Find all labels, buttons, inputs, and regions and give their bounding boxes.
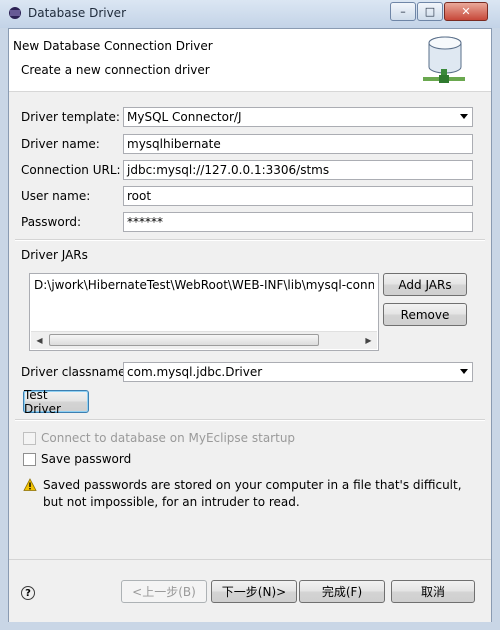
finish-button[interactable]: 完成(F)	[299, 580, 385, 603]
driver-jars-list[interactable]: D:\jwork\HibernateTest\WebRoot\WEB-INF\l…	[29, 273, 379, 351]
minimize-button[interactable]: –	[390, 2, 416, 21]
test-driver-button[interactable]: Test Driver	[23, 388, 89, 416]
header-description: Create a new connection driver	[21, 63, 210, 77]
save-password-label: Save password	[41, 452, 132, 466]
separator	[15, 239, 485, 241]
password-input[interactable]: ******	[123, 212, 473, 232]
next-button[interactable]: 下一步(N)>	[211, 580, 297, 603]
remove-button[interactable]: Remove	[383, 303, 467, 326]
driver-template-label: Driver template:	[21, 110, 120, 124]
driver-template-value: MySQL Connector/J	[127, 110, 242, 124]
scrollbar-thumb[interactable]	[49, 334, 319, 346]
window-title: Database Driver	[28, 6, 126, 20]
driver-name-input[interactable]: mysqlhibernate	[123, 134, 473, 154]
separator	[15, 419, 485, 421]
back-button[interactable]: <上一步(B)	[121, 580, 207, 603]
driver-dialog: New Database Connection Driver Create a …	[8, 28, 492, 622]
driver-classname-label: Driver classname:	[21, 365, 130, 379]
driver-template-select[interactable]: MySQL Connector/J	[123, 107, 473, 127]
horizontal-scrollbar[interactable]: ◀ ▶	[31, 331, 377, 349]
list-item[interactable]: D:\jwork\HibernateTest\WebRoot\WEB-INF\l…	[34, 278, 374, 292]
connect-startup-label: Connect to database on MyEclipse startup	[41, 431, 296, 445]
connect-startup-checkbox[interactable]	[23, 432, 36, 445]
driver-classname-select[interactable]: com.mysql.jdbc.Driver	[123, 362, 473, 382]
driver-jars-label: Driver JARs	[21, 248, 88, 262]
close-button[interactable]: ✕	[444, 2, 488, 21]
warning-text: Saved passwords are stored on your compu…	[43, 478, 462, 509]
dialog-header: New Database Connection Driver Create a …	[9, 29, 491, 92]
scroll-right-icon[interactable]: ▶	[360, 332, 377, 349]
password-label: Password:	[21, 215, 82, 229]
dialog-footer: ? <上一步(B) 下一步(N)> 完成(F) 取消	[9, 559, 491, 622]
add-jars-button[interactable]: Add JARs	[383, 273, 467, 296]
eclipse-icon	[9, 7, 21, 19]
warning-icon	[23, 478, 37, 491]
connection-url-input[interactable]: jdbc:mysql://127.0.0.1:3306/stms	[123, 160, 473, 180]
driver-name-label: Driver name:	[21, 137, 100, 151]
save-password-checkbox[interactable]	[23, 453, 36, 466]
chevron-down-icon	[460, 114, 468, 119]
user-name-label: User name:	[21, 189, 91, 203]
scroll-left-icon[interactable]: ◀	[31, 332, 48, 349]
header-title: New Database Connection Driver	[13, 39, 213, 53]
user-name-input[interactable]: root	[123, 186, 473, 206]
database-driver-icon	[423, 36, 465, 83]
cancel-button[interactable]: 取消	[391, 580, 475, 603]
maximize-button[interactable]: □	[417, 2, 443, 21]
driver-classname-value: com.mysql.jdbc.Driver	[127, 365, 263, 379]
help-icon[interactable]: ?	[21, 586, 35, 600]
chevron-down-icon	[460, 369, 468, 374]
title-bar: Database Driver – □ ✕	[0, 0, 500, 28]
connection-url-label: Connection URL:	[21, 163, 121, 177]
